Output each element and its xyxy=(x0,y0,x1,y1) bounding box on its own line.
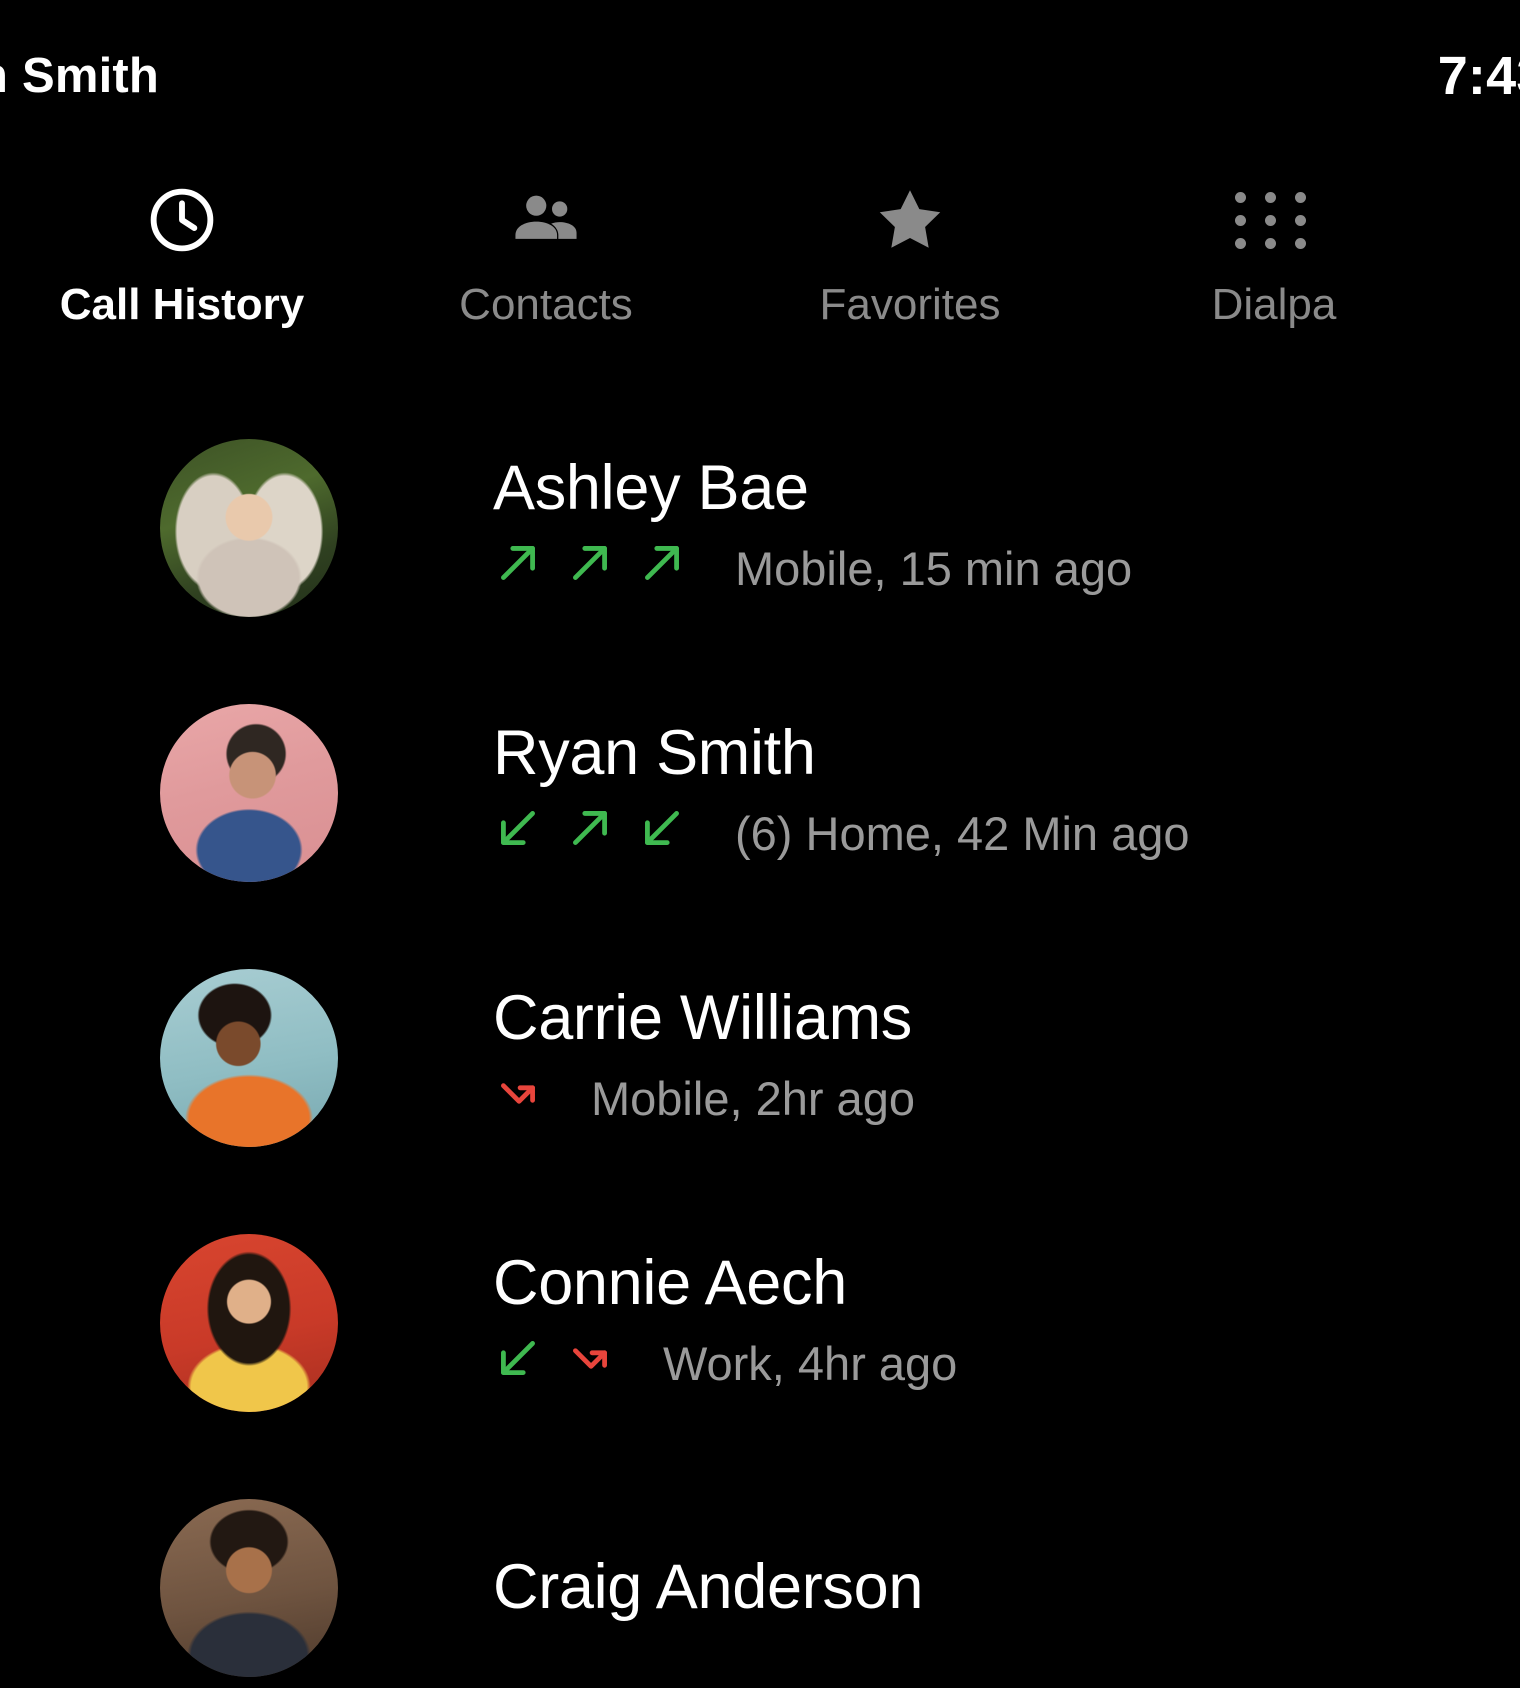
tab-favorites[interactable]: Favorites xyxy=(728,160,1092,330)
contact-name: Craig Anderson xyxy=(493,1551,924,1622)
status-bar-title: n Smith xyxy=(0,49,160,103)
tab-call-history[interactable]: Call History xyxy=(0,160,364,330)
call-row-text: Connie Aech Work, 4hr ago xyxy=(493,1251,957,1394)
outgoing-call-arrow-icon xyxy=(565,803,615,864)
call-history-row[interactable]: Connie Aech Work, 4hr ago xyxy=(0,1190,1520,1455)
avatar-photo xyxy=(160,438,338,617)
contact-name: Connie Aech xyxy=(493,1248,847,1319)
call-detail-text: Mobile, 2hr ago xyxy=(591,1071,915,1125)
avatar-photo xyxy=(160,1233,338,1412)
call-history-row[interactable]: Craig Anderson xyxy=(0,1455,1520,1688)
call-detail-line: Mobile, 15 min ago xyxy=(493,538,1132,599)
call-row-text: Carrie Williams Mobile, 2hr ago xyxy=(493,986,915,1129)
tab-label-call-history: Call History xyxy=(59,280,305,329)
call-row-text: Craig Anderson xyxy=(493,1551,924,1622)
contact-name: Ashley Bae xyxy=(493,453,809,524)
call-row-text: Ryan Smith (6) Home, 42 Min ago xyxy=(493,721,1190,864)
status-bar-clock: 7:43 P xyxy=(1437,46,1520,106)
avatar-photo xyxy=(160,1498,338,1677)
avatar[interactable] xyxy=(160,703,338,882)
outgoing-call-arrow-icon xyxy=(493,538,543,599)
call-history-row[interactable]: Carrie Williams Mobile, 2hr ago xyxy=(0,925,1520,1190)
avatar[interactable] xyxy=(160,1233,338,1412)
call-history-list[interactable]: Ashley Bae Mobile, 15 min ago Ryan Smith (6… xyxy=(0,395,1520,1688)
tab-bar: Call History Contacts Favorites Dialpa xyxy=(0,160,1520,360)
star-icon xyxy=(872,182,948,258)
avatar-photo xyxy=(160,703,338,882)
call-detail-line: (6) Home, 42 Min ago xyxy=(493,803,1190,864)
call-detail-line: Mobile, 2hr ago xyxy=(493,1068,915,1129)
call-history-row[interactable]: Ashley Bae Mobile, 15 min ago xyxy=(0,395,1520,660)
missed-call-arrow-icon xyxy=(565,1333,615,1394)
incoming-call-arrow-icon xyxy=(637,803,687,864)
call-row-text: Ashley Bae Mobile, 15 min ago xyxy=(493,456,1132,599)
outgoing-call-arrow-icon xyxy=(565,538,615,599)
tab-contacts[interactable]: Contacts xyxy=(364,160,728,330)
call-detail-text: Mobile, 15 min ago xyxy=(735,541,1133,595)
avatar[interactable] xyxy=(160,438,338,617)
avatar-photo xyxy=(160,968,338,1147)
call-detail-line: Work, 4hr ago xyxy=(493,1333,957,1394)
clock-icon xyxy=(145,182,219,258)
contact-name: Ryan Smith xyxy=(493,718,816,789)
tab-label-dialpad: Dialpa xyxy=(1211,280,1337,329)
call-detail-text: (6) Home, 42 Min ago xyxy=(735,806,1190,860)
avatar[interactable] xyxy=(160,968,338,1147)
call-history-row[interactable]: Ryan Smith (6) Home, 42 Min ago xyxy=(0,660,1520,925)
phone-screen: n Smith 7:43 P Call History xyxy=(0,0,1520,1688)
incoming-call-arrow-icon xyxy=(493,803,543,864)
incoming-call-arrow-icon xyxy=(493,1333,543,1394)
contact-name: Carrie Williams xyxy=(493,983,912,1054)
status-bar: n Smith 7:43 P xyxy=(0,0,1520,152)
missed-call-arrow-icon xyxy=(493,1068,543,1129)
tab-label-contacts: Contacts xyxy=(459,280,633,329)
tab-label-favorites: Favorites xyxy=(819,280,1001,329)
avatar[interactable] xyxy=(160,1498,338,1677)
tab-dialpad[interactable]: Dialpa xyxy=(1092,160,1456,330)
call-detail-text: Work, 4hr ago xyxy=(663,1336,958,1390)
people-icon xyxy=(507,182,585,258)
dialpad-icon xyxy=(1235,182,1313,258)
outgoing-call-arrow-icon xyxy=(637,538,687,599)
